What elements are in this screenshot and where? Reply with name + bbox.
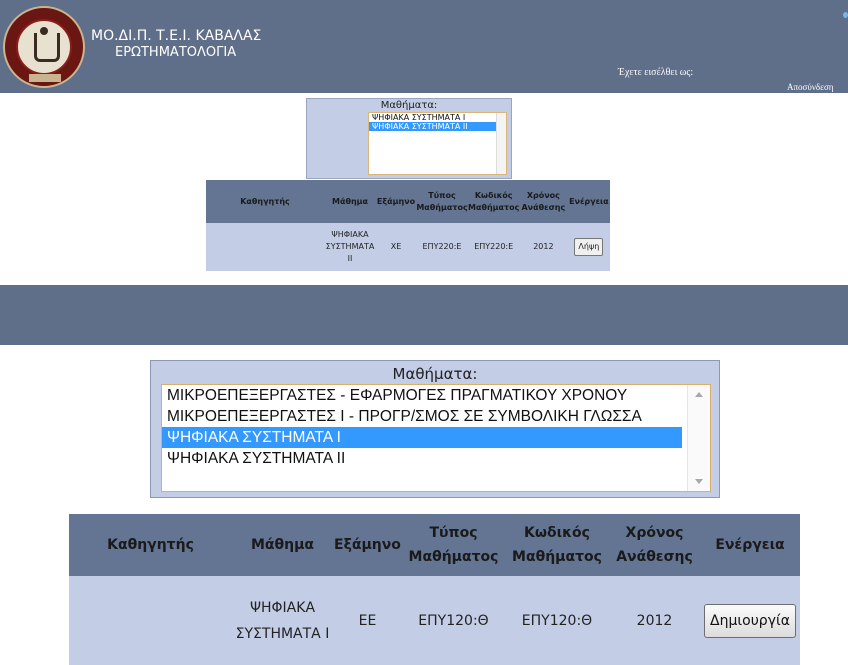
cell-action: Λήψη — [567, 223, 611, 271]
course-option[interactable]: ΜΙΚΡΟΕΠΕΞΕΡΓΑΣΤΕΣ Ι - ΠΡΟΓΡ/ΣΜΟΣ ΣΕ ΣΥΜΒ… — [162, 406, 682, 427]
cell-professor — [69, 576, 232, 665]
cell-action: Δημιουργία — [700, 576, 800, 665]
courses-table: Καθηγητής Μάθημα Εξάμηνο Τύπος Μαθήματος… — [69, 514, 800, 665]
col-year: Χρόνος Ανάθεσης — [519, 180, 568, 223]
cell-type: ΕΠΥ120:Θ — [402, 576, 505, 665]
listbox-scrollbar[interactable] — [687, 385, 710, 491]
logo-emblem-icon — [16, 19, 72, 75]
cell-year: 2012 — [609, 576, 700, 665]
col-course: Μάθημα — [232, 514, 333, 576]
cell-year: 2012 — [519, 223, 568, 271]
table-row: ΨΗΦΙΑΚΑ ΣΥΣΤΗΜΑΤΑ ΙΙ ΧΕ ΕΠΥ220:Ε ΕΠΥ220:… — [206, 223, 611, 271]
col-type: Τύπος Μαθήματος — [402, 514, 505, 576]
course-option[interactable]: ΜΙΚΡΟΕΠΕΞΕΡΓΑΣΤΕΣ - ΕΦΑΡΜΟΓΕΣ ΠΡΑΓΜΑΤΙΚΟ… — [162, 385, 682, 406]
scroll-up-icon[interactable] — [695, 392, 703, 397]
scroll-down-icon[interactable] — [695, 479, 703, 484]
app-subtitle: ΕΡΩΤΗΜΑΤΟΛΟΓΙΑ — [115, 45, 237, 60]
cell-type: ΕΠΥ220:Ε — [416, 223, 468, 271]
cell-code: ΕΠΥ120:Θ — [505, 576, 609, 665]
cell-code: ΕΠΥ220:Ε — [468, 223, 520, 271]
col-professor: Καθηγητής — [206, 180, 324, 223]
cell-professor — [206, 223, 324, 271]
top-header: ΜΟ.ΔΙ.Π. Τ.Ε.Ι. ΚΑΒΑΛΑΣ ΕΡΩΤΗΜΑΤΟΛΟΓΙΑ Έ… — [0, 0, 848, 93]
table-header-row: Καθηγητής Μάθημα Εξάμηνο Τύπος Μαθήματος… — [206, 180, 611, 223]
col-year: Χρόνος Ανάθεσης — [609, 514, 700, 576]
institution-logo — [3, 6, 85, 88]
courses-label: Μαθήματα: — [380, 100, 438, 111]
course-option[interactable]: ΨΗΦΙΑΚΑ ΣΥΣΤΗΜΑΤΑ ΙΙ — [162, 448, 682, 469]
col-code: Κωδικός Μαθήματος — [468, 180, 520, 223]
table-row: ΨΗΦΙΑΚΑ ΣΥΣΤΗΜΑΤΑ Ι ΕΕ ΕΠΥ120:Θ ΕΠΥ120:Θ… — [69, 576, 800, 665]
cell-semester: ΧΕ — [376, 223, 416, 271]
col-semester: Εξάμηνο — [376, 180, 416, 223]
header-bar — [0, 285, 848, 345]
col-course: Μάθημα — [324, 180, 376, 223]
col-professor: Καθηγητής — [69, 514, 232, 576]
download-button[interactable]: Λήψη — [574, 238, 604, 256]
cell-course: ΨΗΦΙΑΚΑ ΣΥΣΤΗΜΑΤΑ Ι — [232, 576, 333, 665]
courses-listbox[interactable]: ΨΗΦΙΑΚΑ ΣΥΣΤΗΜΑΤΑ Ι ΨΗΦΙΑΚΑ ΣΥΣΤΗΜΑΤΑ ΙΙ — [368, 112, 507, 175]
col-action: Ενέργεια — [700, 514, 800, 576]
table-header-row: Καθηγητής Μάθημα Εξάμηνο Τύπος Μαθήματος… — [69, 514, 800, 576]
col-code: Κωδικός Μαθήματος — [505, 514, 609, 576]
logout-link[interactable]: Αποσύνδεση — [787, 82, 834, 92]
create-button[interactable]: Δημιουργία — [704, 603, 796, 638]
cell-course: ΨΗΦΙΑΚΑ ΣΥΣΤΗΜΑΤΑ ΙΙ — [324, 223, 376, 271]
status-dot — [843, 12, 848, 18]
col-semester: Εξάμηνο — [333, 514, 402, 576]
col-type: Τύπος Μαθήματος — [416, 180, 468, 223]
courses-listbox[interactable]: ΜΙΚΡΟΕΠΕΞΕΡΓΑΣΤΕΣ - ΕΦΑΡΜΟΓΕΣ ΠΡΑΓΜΑΤΙΚΟ… — [161, 384, 711, 492]
logged-in-label: Έχετε εισέλθει ως: — [618, 67, 694, 78]
course-option[interactable]: ΨΗΦΙΑΚΑ ΣΥΣΤΗΜΑΤΑ Ι — [369, 113, 506, 122]
col-action: Ενέργεια — [567, 180, 611, 223]
courses-label: Μαθήματα: — [392, 365, 478, 383]
course-option-selected[interactable]: ΨΗΦΙΑΚΑ ΣΥΣΤΗΜΑΤΑ ΙΙ — [369, 122, 506, 131]
courses-table-small: Καθηγητής Μάθημα Εξάμηνο Τύπος Μαθήματος… — [206, 180, 611, 271]
cell-semester: ΕΕ — [333, 576, 402, 665]
courses-panel: Μαθήματα: ΜΙΚΡΟΕΠΕΞΕΡΓΑΣΤΕΣ - ΕΦΑΡΜΟΓΕΣ … — [150, 360, 720, 498]
courses-panel-small: Μαθήματα: ΨΗΦΙΑΚΑ ΣΥΣΤΗΜΑΤΑ Ι ΨΗΦΙΑΚΑ ΣΥ… — [306, 98, 512, 179]
listbox-scrollbar[interactable] — [496, 113, 506, 174]
logo-ribbon — [29, 74, 61, 82]
app-title: ΜΟ.ΔΙ.Π. Τ.Ε.Ι. ΚΑΒΑΛΑΣ — [91, 28, 262, 44]
course-option-selected[interactable]: ΨΗΦΙΑΚΑ ΣΥΣΤΗΜΑΤΑ Ι — [162, 427, 682, 448]
